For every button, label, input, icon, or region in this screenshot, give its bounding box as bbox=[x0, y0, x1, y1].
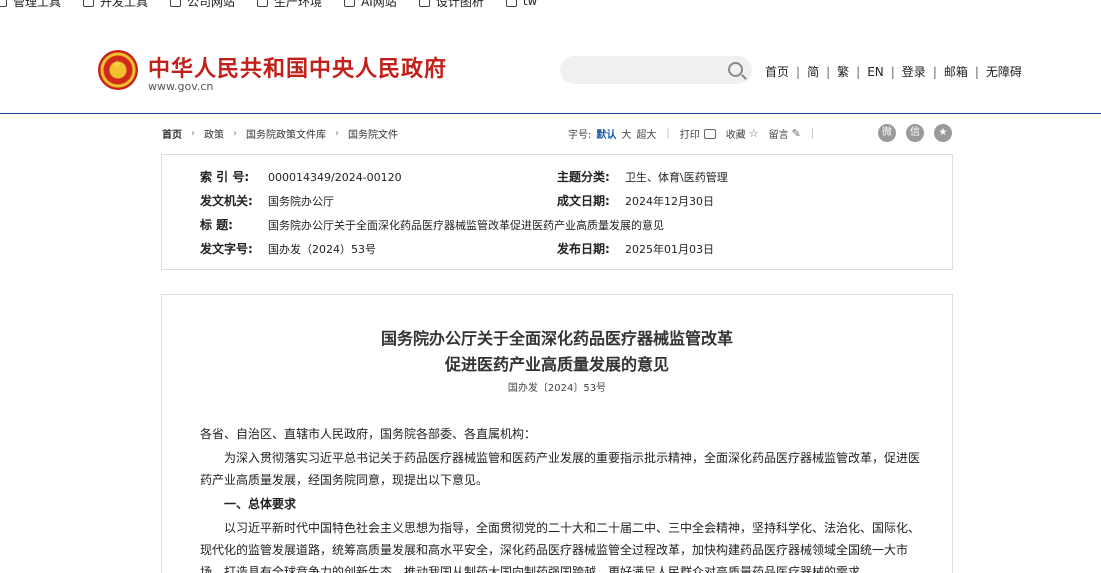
article-tools: 字号: 默认 大 超大 | 打印 收藏 ☆ 留言 ✎ | bbox=[568, 126, 815, 141]
pencil-icon[interactable]: ✎ bbox=[792, 127, 801, 140]
article-title-line1: 国务院办公厅关于全面深化药品医疗器械监管改革 bbox=[380, 329, 733, 348]
chevron-right-icon: › bbox=[335, 128, 339, 139]
bookmark-item[interactable]: AI网站 bbox=[344, 0, 397, 10]
site-title[interactable]: 中华人民共和国中央人民政府 bbox=[148, 51, 447, 83]
font-size-label: 字号: bbox=[568, 130, 592, 141]
info-issuer: 发文机关: 国务院办公厅 bbox=[200, 194, 334, 208]
print-button[interactable]: 打印 bbox=[680, 126, 700, 141]
nav-simplified[interactable]: 简 bbox=[807, 63, 819, 80]
bookmark-item[interactable]: 管理工具 bbox=[0, 0, 61, 10]
search-input[interactable] bbox=[560, 56, 752, 84]
share-icons: 微 信 ★ bbox=[878, 124, 962, 142]
nav-traditional[interactable]: 繁 bbox=[837, 63, 849, 80]
favorite-button[interactable]: 收藏 bbox=[726, 126, 746, 141]
article-title-line2: 促进医药产业高质量发展的意见 bbox=[444, 355, 669, 374]
article-body: 国务院办公厅关于全面深化药品医疗器械监管改革 促进医药产业高质量发展的意见 国办… bbox=[161, 294, 953, 573]
site-domain: www.gov.cn bbox=[148, 80, 214, 93]
printer-icon[interactable] bbox=[703, 128, 716, 139]
folder-icon bbox=[83, 0, 95, 7]
info-date: 成文日期: 2024年12月30日 bbox=[557, 194, 714, 208]
wechat-icon[interactable]: 信 bbox=[906, 124, 924, 142]
bookmarks-bar: 管理工具 开发工具 公司网站 生产环境 AI网站 设计图析 tw bbox=[0, 0, 1101, 10]
qzone-icon[interactable]: ★ bbox=[934, 124, 952, 142]
bookmark-item[interactable]: 设计图析 bbox=[418, 0, 484, 10]
nav-login[interactable]: 登录 bbox=[902, 63, 926, 80]
search-icon[interactable] bbox=[728, 62, 743, 77]
article-paragraph: 以习近平新时代中国特色社会主义思想为指导，全面贯彻党的二十大和二十届二中、三中全… bbox=[200, 521, 921, 573]
breadcrumb-policy[interactable]: 政策 bbox=[204, 126, 224, 141]
folder-icon bbox=[0, 0, 7, 7]
article-docno: 国办发〔2024〕53号 bbox=[507, 383, 607, 394]
font-size-default[interactable]: 默认 bbox=[596, 126, 616, 141]
bookmark-item[interactable]: 生产环境 bbox=[257, 0, 322, 10]
folder-icon bbox=[257, 0, 269, 7]
breadcrumb-home[interactable]: 首页 bbox=[162, 126, 182, 141]
info-index: 索 引 号: 000014349/2024-00120 bbox=[200, 170, 402, 184]
nav-english[interactable]: EN bbox=[867, 65, 884, 79]
bookmark-item[interactable]: 开发工具 bbox=[83, 0, 148, 10]
info-pubdate: 发布日期: 2025年01月03日 bbox=[557, 242, 714, 256]
chevron-right-icon: › bbox=[233, 128, 237, 139]
article-salutation: 各省、自治区、直辖市人民政府，国务院各部委、各直属机构： bbox=[200, 427, 537, 441]
info-docno: 发文字号: 国办发（2024）53号 bbox=[200, 242, 376, 256]
weibo-icon[interactable]: 微 bbox=[878, 124, 896, 142]
bookmark-item[interactable]: tw bbox=[505, 0, 537, 8]
font-size-xlarge[interactable]: 超大 bbox=[636, 126, 656, 141]
folder-icon bbox=[344, 0, 356, 7]
top-nav: 首页 | 简 | 繁 | EN | 登录 | 邮箱 | 无障碍 bbox=[765, 63, 1022, 80]
folder-icon bbox=[418, 0, 430, 7]
comment-button[interactable]: 留言 bbox=[769, 126, 789, 141]
folder-icon bbox=[505, 0, 517, 7]
article-paragraph: 为深入贯彻落实习近平总书记关于药品医疗器械监管和医药产业发展的重要指示批示精神，… bbox=[200, 451, 921, 487]
info-topic: 主题分类: 卫生、体育\医药管理 bbox=[557, 170, 728, 184]
font-size-large[interactable]: 大 bbox=[621, 126, 631, 141]
chevron-right-icon: › bbox=[191, 128, 195, 139]
national-emblem-icon[interactable]: ★ bbox=[98, 50, 138, 90]
document-info-box: 索 引 号: 000014349/2024-00120 主题分类: 卫生、体育\医药… bbox=[161, 154, 953, 270]
nav-accessibility[interactable]: 无障碍 bbox=[986, 63, 1022, 80]
breadcrumb-library[interactable]: 国务院政策文件库 bbox=[246, 126, 326, 141]
nav-home[interactable]: 首页 bbox=[765, 63, 789, 80]
bookmark-item[interactable]: 公司网站 bbox=[170, 0, 235, 10]
breadcrumb: 首页 › 政策 › 国务院政策文件库 › 国务院文件 bbox=[162, 126, 398, 141]
breadcrumb-documents[interactable]: 国务院文件 bbox=[348, 126, 398, 141]
folder-icon bbox=[170, 0, 182, 7]
section-heading: 一、总体要求 bbox=[224, 497, 297, 511]
star-icon[interactable]: ☆ bbox=[749, 127, 759, 140]
nav-mail[interactable]: 邮箱 bbox=[944, 63, 968, 80]
info-title: 标 题: 国务院办公厅关于全面深化药品医疗器械监管改革促进医药产业高质量发展的意见 bbox=[200, 218, 664, 232]
site-header: ★ 中华人民共和国中央人民政府 www.gov.cn 首页 | 简 | 繁 | EN |… bbox=[0, 18, 1101, 114]
